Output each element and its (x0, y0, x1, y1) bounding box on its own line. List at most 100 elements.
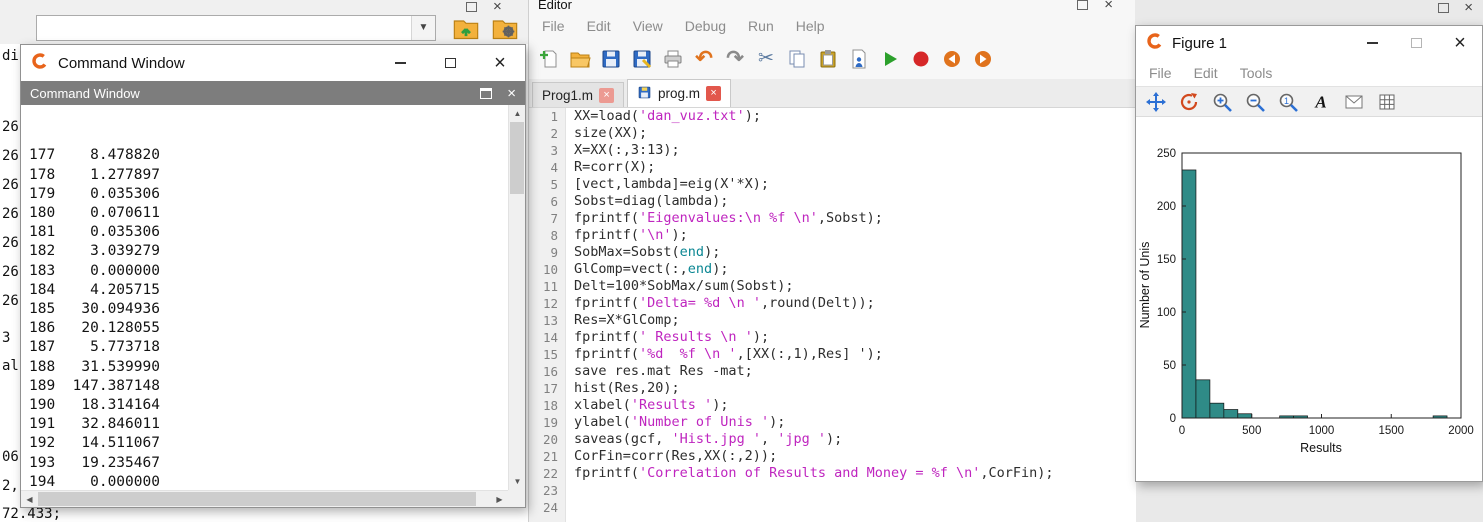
zoom-reset-icon[interactable]: 1 (1274, 89, 1301, 115)
envelope-icon[interactable] (1340, 89, 1367, 115)
close-icon[interactable]: × (1464, 2, 1473, 14)
code-editor[interactable]: 1XX=load('dan_vuz.txt');2size(XX);3X=XX(… (529, 108, 1136, 522)
save-as-icon[interactable] (630, 47, 654, 71)
scrollbar-thumb[interactable] (38, 492, 476, 506)
rotate-icon[interactable] (1175, 89, 1202, 115)
editor-menu-run[interactable]: Run (737, 18, 785, 34)
tab-progm[interactable]: prog.m × (627, 79, 731, 107)
code-row: 24 (529, 499, 1136, 516)
zoom-out-icon[interactable] (1241, 89, 1268, 115)
figure-menu-file[interactable]: File (1138, 65, 1183, 81)
stop-icon[interactable] (909, 47, 933, 71)
output-line: 193 19.235467 (29, 454, 508, 473)
code-line: CorFin=corr(Res,XX(:,2)); (566, 448, 777, 465)
folder-settings-icon[interactable] (489, 12, 521, 44)
close-icon[interactable]: × (493, 1, 502, 13)
x-tick-label: 0 (1179, 425, 1185, 437)
code-line: GlComp=vect(:,end); (566, 261, 728, 278)
undock-icon[interactable] (1077, 0, 1088, 10)
save-icon[interactable] (599, 47, 623, 71)
octave-logo-icon (31, 52, 49, 75)
grid-icon[interactable] (1373, 89, 1400, 115)
line-number: 4 (529, 159, 566, 176)
zoom-in-icon[interactable] (1208, 89, 1235, 115)
close-tab-icon[interactable]: × (599, 88, 614, 103)
close-button[interactable]: × (475, 46, 525, 80)
editor-menu-file[interactable]: File (531, 18, 576, 34)
code-line: XX=load('dan_vuz.txt'); (566, 108, 761, 125)
clipped-text: 26 (2, 119, 19, 135)
close-button[interactable]: × (1438, 26, 1482, 60)
scroll-left-icon[interactable]: ◀ (21, 491, 38, 508)
figure-titlebar[interactable]: Figure 1 × (1136, 26, 1482, 60)
minimize-button[interactable] (1350, 26, 1394, 60)
editor-menu-debug[interactable]: Debug (674, 18, 737, 34)
output-line: 183 0.000000 (29, 262, 508, 281)
new-script-icon[interactable] (537, 47, 561, 71)
undock-icon[interactable] (1438, 3, 1449, 13)
histogram-bar (1224, 410, 1238, 418)
copy-icon[interactable] (785, 47, 809, 71)
find-icon[interactable] (847, 47, 871, 71)
unsaved-floppy-icon (637, 85, 652, 103)
maximize-button[interactable] (1394, 26, 1438, 60)
output-line: 187 5.773718 (29, 338, 508, 357)
histogram-plot[interactable]: Results Number of Unis 05010015020025005… (1136, 118, 1483, 481)
paste-icon[interactable] (816, 47, 840, 71)
line-number: 23 (529, 482, 566, 499)
minimize-button[interactable] (375, 46, 425, 80)
editor-menu-view[interactable]: View (622, 18, 674, 34)
pan-icon[interactable] (1142, 89, 1169, 115)
command-window-titlebar[interactable]: Command Window × (21, 45, 525, 81)
dock-icon[interactable] (480, 88, 492, 99)
open-folder-icon[interactable] (568, 47, 592, 71)
code-line: SobMax=Sobst(end); (566, 244, 720, 261)
figure-menu-edit[interactable]: Edit (1183, 65, 1229, 81)
code-row: 16save res.mat Res -mat; (529, 363, 1136, 380)
horizontal-scrollbar[interactable]: ◀ ▶ (21, 490, 508, 507)
step-forward-icon[interactable] (971, 47, 995, 71)
code-line: saveas(gcf, 'Hist.jpg ', 'jpg '); (566, 431, 842, 448)
clipped-text: 3 (2, 330, 10, 346)
command-window: Command Window × Command Window × 177 8.… (20, 44, 526, 508)
code-line: fprintf('\n'); (566, 227, 688, 244)
folder-up-icon[interactable] (450, 12, 482, 44)
history-combobox[interactable]: ▼ (36, 15, 436, 41)
line-number: 6 (529, 193, 566, 210)
line-number: 15 (529, 346, 566, 363)
undo-icon[interactable]: ↶ (692, 47, 716, 71)
code-row: 21CorFin=corr(Res,XX(:,2)); (529, 448, 1136, 465)
redo-icon[interactable]: ↷ (723, 47, 747, 71)
scroll-up-icon[interactable]: ▲ (509, 105, 526, 122)
step-back-icon[interactable] (940, 47, 964, 71)
print-icon[interactable] (661, 47, 685, 71)
code-row: 18xlabel('Results '); (529, 397, 1136, 414)
text-icon[interactable]: A (1307, 89, 1334, 115)
close-icon[interactable]: × (1104, 0, 1113, 11)
close-tab-icon[interactable]: × (706, 86, 721, 101)
editor-menu-edit[interactable]: Edit (576, 18, 622, 34)
scroll-right-icon[interactable]: ▶ (491, 491, 508, 508)
line-number: 12 (529, 295, 566, 312)
line-number: 9 (529, 244, 566, 261)
editor-menu-help[interactable]: Help (785, 18, 836, 34)
scrollbar-thumb[interactable] (510, 122, 524, 194)
maximize-button[interactable] (425, 46, 475, 80)
command-output[interactable]: 177 8.478820178 1.277897179 0.035306180 … (21, 105, 508, 490)
run-icon[interactable] (878, 47, 902, 71)
vertical-scrollbar[interactable]: ▲ ▼ (508, 105, 525, 490)
histogram-bar (1196, 380, 1210, 418)
code-line: Sobst=diag(lambda); (566, 193, 728, 210)
close-panel-icon[interactable]: × (507, 85, 516, 102)
undock-icon[interactable] (466, 2, 477, 12)
code-row: 7fprintf('Eigenvalues:\n %f \n',Sobst); (529, 210, 1136, 227)
figure-menu-tools[interactable]: Tools (1229, 65, 1284, 81)
tab-prog1m[interactable]: Prog1.m × (532, 82, 624, 107)
code-line: fprintf('Correlation of Results and Mone… (566, 465, 1054, 482)
x-tick-label: 1000 (1309, 425, 1335, 437)
scroll-down-icon[interactable]: ▼ (509, 473, 526, 490)
y-tick-label: 200 (1157, 201, 1176, 213)
figure-toolbar: 1 A (1136, 86, 1482, 117)
output-line: 181 0.035306 (29, 223, 508, 242)
cut-icon[interactable]: ✂ (754, 47, 778, 71)
